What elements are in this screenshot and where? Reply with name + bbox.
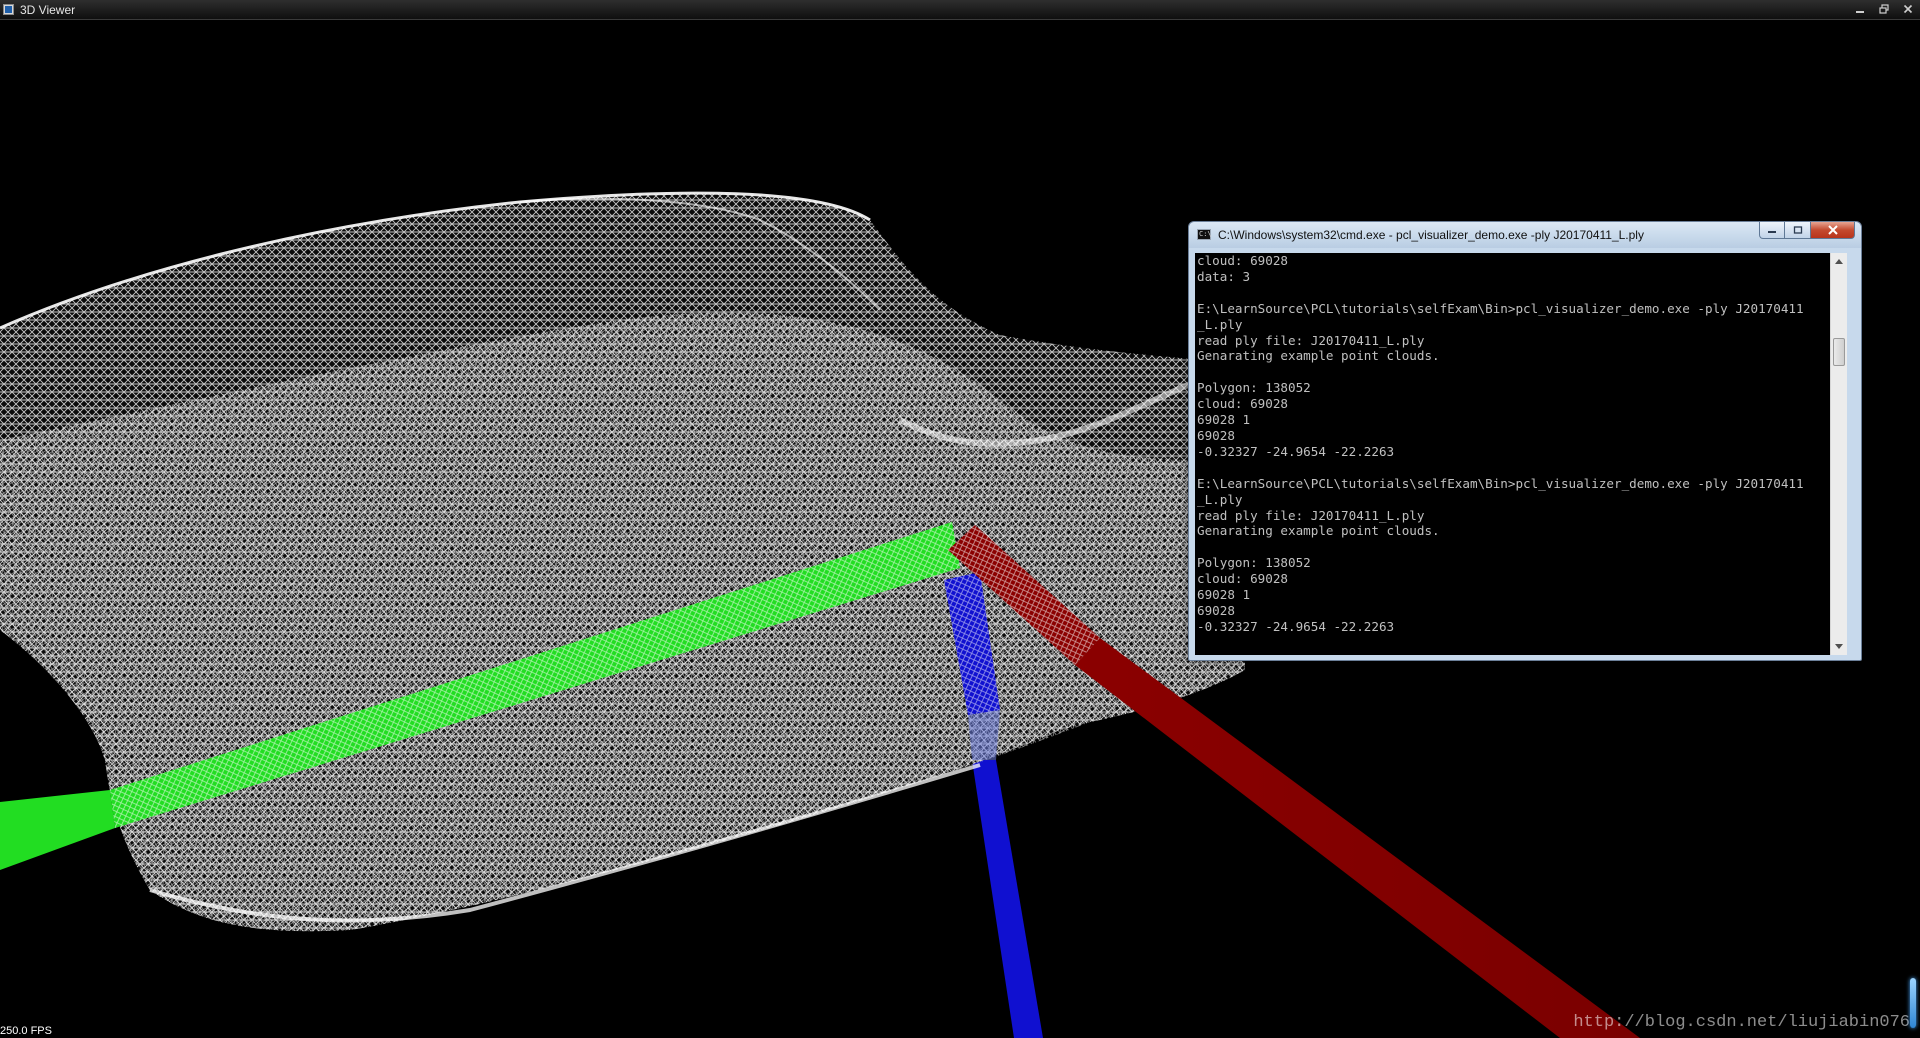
slider-handle[interactable] (1910, 978, 1916, 1028)
console-titlebar[interactable]: C:\ C:\Windows\system32\cmd.exe - pcl_vi… (1189, 222, 1861, 248)
minimize-icon (1856, 11, 1864, 13)
close-icon (1903, 4, 1913, 14)
viewer-window: 3D Viewer 250.0 FPS http://blog.csdn.net… (0, 0, 1920, 1038)
arrow-down-icon (1835, 644, 1843, 649)
axis-z-lower (972, 760, 1043, 1038)
console-maximize-button[interactable] (1785, 222, 1811, 239)
app-icon (3, 4, 14, 15)
scroll-thumb[interactable] (1833, 338, 1845, 366)
scroll-down-button[interactable] (1831, 638, 1847, 655)
close-icon (1827, 225, 1838, 235)
arrow-up-icon (1835, 259, 1843, 264)
mesh-surface[interactable] (0, 191, 1245, 932)
viewer-minimize-button[interactable] (1848, 0, 1872, 18)
console-close-button[interactable] (1811, 222, 1855, 239)
cmd-icon-text: C:\ (1199, 230, 1212, 238)
console-window[interactable]: C:\ C:\Windows\system32\cmd.exe - pcl_vi… (1188, 221, 1862, 661)
scroll-up-button[interactable] (1831, 253, 1847, 270)
console-text: cloud: 69028 data: 3 E:\LearnSource\PCL\… (1197, 253, 1804, 634)
console-title: C:\Windows\system32\cmd.exe - pcl_visual… (1218, 228, 1644, 242)
fps-counter: 250.0 FPS (0, 1025, 52, 1037)
console-caption-buttons (1759, 222, 1855, 239)
viewer-title: 3D Viewer (20, 3, 76, 17)
minimize-icon (1768, 231, 1776, 233)
watermark: http://blog.csdn.net/liujiabin076 (1573, 1013, 1910, 1032)
console-scrollbar[interactable] (1830, 253, 1847, 655)
viewer-close-button[interactable] (1896, 0, 1920, 18)
viewer-titlebar[interactable]: 3D Viewer (0, 0, 1920, 20)
cmd-icon: C:\ (1197, 229, 1212, 240)
maximize-icon (1793, 226, 1802, 234)
viewer-caption-buttons (1848, 0, 1920, 20)
console-output[interactable]: cloud: 69028 data: 3 E:\LearnSource\PCL\… (1195, 253, 1847, 655)
console-minimize-button[interactable] (1759, 222, 1785, 239)
restore-icon (1879, 4, 1889, 14)
viewer-restore-button[interactable] (1872, 0, 1896, 18)
